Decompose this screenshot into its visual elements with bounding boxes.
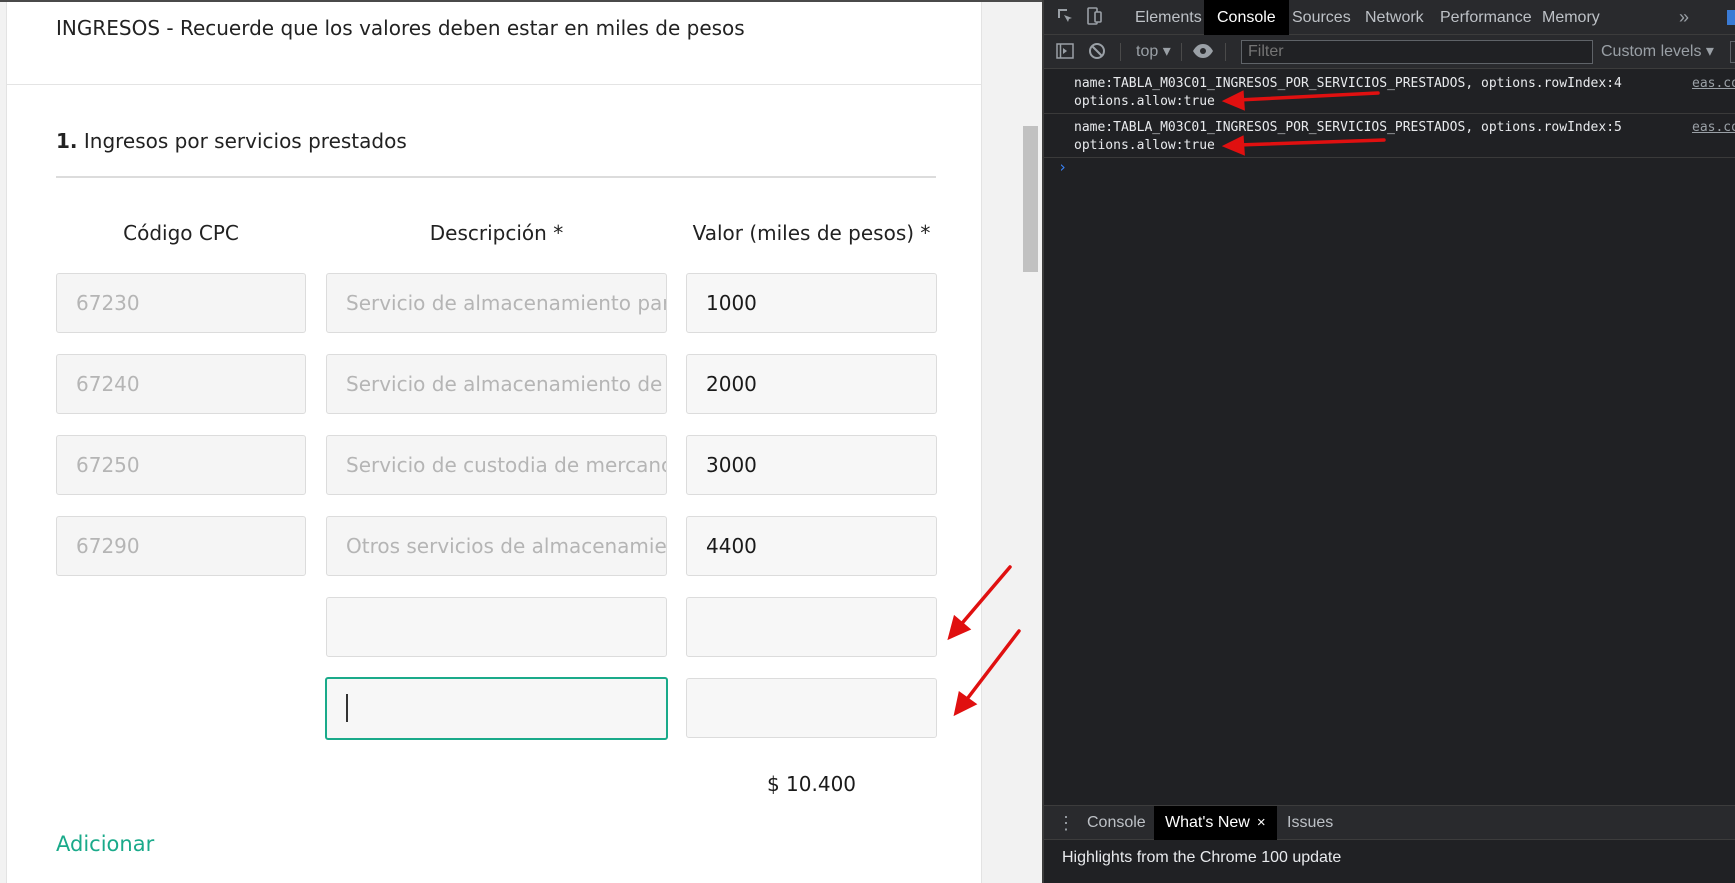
subsection-title: 1. Ingresos por servicios prestados [56,129,407,153]
issues-badge-icon[interactable] [1727,10,1735,25]
close-icon[interactable]: × [1257,814,1266,831]
divider [7,84,981,85]
log-text: name:TABLA_M03C01_INGRESOS_POR_SERVICIOS… [1074,76,1622,91]
form-page: INGRESOS - Recuerde que los valores debe… [0,0,1042,883]
clear-console-icon[interactable] [1086,41,1108,63]
console-message: name:TABLA_M03C01_INGRESOS_POR_SERVICIOS… [1044,70,1735,114]
tab-elements[interactable]: Elements [1122,0,1215,35]
total-value: $ 10.400 [766,772,857,796]
console-filter-bar: top ▾ Custom levels ▾ [1044,35,1735,69]
divider [1225,43,1226,61]
drawer-tab-issues[interactable]: Issues [1276,806,1344,840]
description-field: Servicio de almacenamiento de grano [326,354,667,414]
subsection-label: Ingresos por servicios prestados [83,129,407,153]
description-field: Servicio de custodia de mercancías [326,435,667,495]
cpc-field: 67250 [56,435,306,495]
console-messages: name:TABLA_M03C01_INGRESOS_POR_SERVICIOS… [1044,70,1735,176]
inspect-element-icon[interactable] [1054,6,1076,28]
text-caret [346,693,348,722]
console-prompt-icon[interactable]: › [1058,158,1067,176]
live-expression-eye-icon[interactable] [1192,41,1214,63]
tab-network[interactable]: Network [1352,0,1437,35]
cpc-field: 67240 [56,354,306,414]
drawer-tab-whats-new[interactable]: What's New × [1154,806,1277,840]
section-header: INGRESOS - Recuerde que los valores debe… [56,16,745,40]
tab-performance[interactable]: Performance [1427,0,1545,35]
description-field: Servicio de almacenamiento para [326,273,667,333]
cpc-field: 67230 [56,273,306,333]
context-select[interactable]: top ▾ [1136,35,1171,69]
cpc-field: 67290 [56,516,306,576]
more-tabs-icon[interactable]: » [1679,0,1689,35]
settings-edge[interactable] [1730,41,1735,63]
value-input[interactable]: 4400 [686,516,937,576]
drawer-tabbar: ⋮ Console What's New × Issues [1044,805,1735,840]
value-input[interactable]: 3000 [686,435,937,495]
column-header-cpc: Código CPC [123,221,239,245]
tab-console[interactable]: Console [1204,0,1289,35]
value-input[interactable]: 2000 [686,354,937,414]
description-input[interactable] [326,597,667,657]
divider [1181,43,1182,61]
log-levels-dropdown[interactable]: Custom levels ▾ [1601,35,1714,69]
whats-new-heading: Highlights from the Chrome 100 update [1062,849,1342,866]
tab-memory[interactable]: Memory [1529,0,1613,35]
description-input-focused[interactable] [325,677,668,740]
description-field: Otros servicios de almacenamiento [326,516,667,576]
value-input[interactable] [686,678,937,738]
divider [56,176,936,178]
log-source-link[interactable]: eas.co [1692,76,1735,91]
subsection-number: 1. [56,129,78,153]
log-text: options.allow:true [1074,138,1215,153]
form-card: INGRESOS - Recuerde que los valores debe… [6,2,982,883]
screen: { "form": { "section_header": "INGRESOS … [0,0,1735,883]
column-header-value: Valor (miles de pesos) * [692,221,931,245]
drawer-menu-icon[interactable]: ⋮ [1057,806,1075,841]
drawer-tab-label: What's New [1165,814,1250,831]
value-input[interactable]: 1000 [686,273,937,333]
scrollbar-thumb[interactable] [1023,126,1038,272]
add-row-link[interactable]: Adicionar [56,832,154,856]
devtools-panel: Elements Console Sources Network Perform… [1042,0,1735,883]
drawer-tab-console[interactable]: Console [1076,806,1157,840]
log-text: name:TABLA_M03C01_INGRESOS_POR_SERVICIOS… [1074,120,1622,135]
log-text: options.allow:true [1074,94,1215,109]
divider [1120,43,1121,61]
page-scrollbar[interactable] [1019,2,1042,883]
console-filter-input[interactable] [1241,40,1593,64]
tab-sources[interactable]: Sources [1279,0,1364,35]
value-input[interactable] [686,597,937,657]
devtools-toolbar: Elements Console Sources Network Perform… [1044,0,1735,35]
column-header-description: Descripción * [429,221,564,245]
console-message: name:TABLA_M03C01_INGRESOS_POR_SERVICIOS… [1044,114,1735,158]
device-toolbar-icon[interactable] [1083,6,1105,28]
sidebar-toggle-icon[interactable] [1054,41,1076,63]
log-source-link[interactable]: eas.co [1692,120,1735,135]
